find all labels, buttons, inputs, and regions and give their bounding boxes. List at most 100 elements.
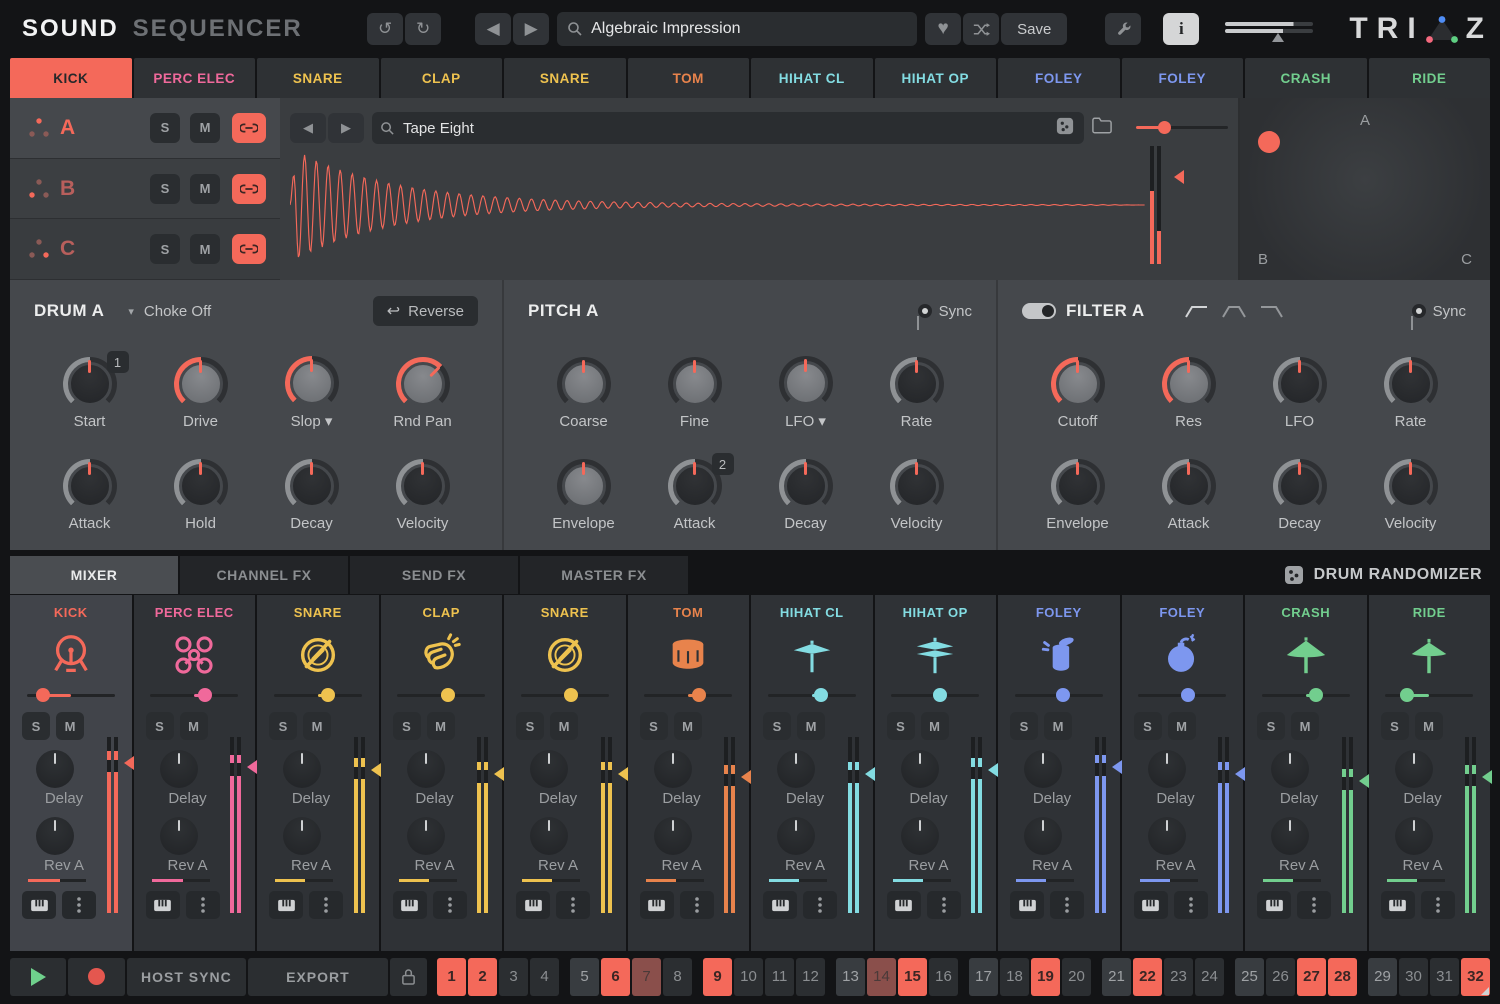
drum-tab-hihat-cl[interactable]: HIHAT CL [751, 58, 873, 98]
knob-velocity[interactable] [396, 459, 450, 513]
channel-keyboard-button[interactable] [393, 891, 427, 919]
channel-keyboard-button[interactable] [22, 891, 56, 919]
slider-handle[interactable] [1400, 688, 1414, 702]
channel-solo-button[interactable]: S [1257, 712, 1285, 740]
layer-row-a[interactable]: ASM [10, 98, 280, 159]
fx-tab-send-fx[interactable]: SEND FX [350, 556, 518, 594]
lock-button[interactable] [390, 958, 427, 996]
channel-delay-knob[interactable] [407, 750, 445, 788]
channel-keyboard-button[interactable] [640, 891, 674, 919]
channel-meter-marker[interactable] [1235, 767, 1245, 781]
knob-start[interactable]: 1 [63, 357, 117, 411]
channel-solo-button[interactable]: S [22, 712, 50, 740]
drum-tab-crash[interactable]: CRASH [1245, 58, 1367, 98]
layer-row-c[interactable]: CSM [10, 219, 280, 280]
channel-delay-knob[interactable] [777, 750, 815, 788]
step-24[interactable]: 24 [1195, 958, 1224, 996]
channel-mute-button[interactable]: M [1168, 712, 1196, 740]
slider-handle[interactable] [814, 688, 828, 702]
channel-mute-button[interactable]: M [180, 712, 208, 740]
knob-fine[interactable] [668, 357, 722, 411]
step-8[interactable]: 8 [663, 958, 692, 996]
channel-solo-button[interactable]: S [146, 712, 174, 740]
knob-envelope[interactable] [557, 459, 611, 513]
channel-volume-slider[interactable] [1262, 688, 1350, 702]
mixer-channel-foley[interactable]: FOLEYSMDelayRev A [998, 595, 1120, 951]
knob-lfo[interactable] [779, 356, 833, 410]
channel-volume-slider[interactable] [274, 688, 362, 702]
prev-sample-button[interactable]: ◀ [290, 113, 326, 143]
step-15[interactable]: 15 [898, 958, 927, 996]
knob-attack[interactable]: 2 [668, 459, 722, 513]
channel-mute-button[interactable]: M [427, 712, 455, 740]
mixer-channel-crash[interactable]: CRASHSMDelayRev A [1245, 595, 1367, 951]
channel-reverb-knob[interactable] [1148, 817, 1186, 855]
channel-volume-slider[interactable] [891, 688, 979, 702]
knob-envelope[interactable] [1051, 459, 1105, 513]
knob-rate[interactable] [1384, 357, 1438, 411]
step-22[interactable]: 22 [1133, 958, 1162, 996]
mixer-channel-tom[interactable]: TOMSMDelayRev A [628, 595, 750, 951]
channel-delay-knob[interactable] [1024, 750, 1062, 788]
layer-mute-button[interactable]: M [190, 234, 220, 264]
channel-menu-button[interactable] [927, 891, 961, 919]
slider-handle[interactable] [1158, 121, 1171, 134]
knob-decay[interactable] [779, 459, 833, 513]
channel-delay-knob[interactable] [901, 750, 939, 788]
channel-mute-button[interactable]: M [303, 712, 331, 740]
channel-mute-button[interactable]: M [797, 712, 825, 740]
channel-reverb-knob[interactable] [530, 817, 568, 855]
layer-link-button[interactable] [232, 234, 266, 264]
step-13[interactable]: 13 [836, 958, 865, 996]
random-preset-button[interactable] [963, 13, 999, 45]
step-28[interactable]: 28 [1328, 958, 1357, 996]
mixer-channel-ride[interactable]: RIDESMDelayRev A [1369, 595, 1491, 951]
channel-reverb-knob[interactable] [901, 817, 939, 855]
channel-reverb-knob[interactable] [654, 817, 692, 855]
channel-menu-button[interactable] [186, 891, 220, 919]
channel-solo-button[interactable]: S [1381, 712, 1409, 740]
step-23[interactable]: 23 [1164, 958, 1193, 996]
redo-button[interactable]: ↻ [405, 13, 441, 45]
channel-delay-knob[interactable] [530, 750, 568, 788]
balance-marker[interactable] [1272, 33, 1284, 42]
channel-volume-slider[interactable] [1385, 688, 1473, 702]
channel-mute-button[interactable]: M [550, 712, 578, 740]
drum-tab-snare[interactable]: SNARE [257, 58, 379, 98]
filter-sync-toggle[interactable] [1412, 304, 1426, 318]
step-4[interactable]: 4 [530, 958, 559, 996]
channel-reverb-knob[interactable] [1395, 817, 1433, 855]
layer-row-b[interactable]: BSM [10, 159, 280, 220]
channel-volume-slider[interactable] [521, 688, 609, 702]
channel-menu-button[interactable] [62, 891, 96, 919]
channel-keyboard-button[interactable] [1010, 891, 1044, 919]
next-sample-button[interactable]: ▶ [328, 113, 364, 143]
step-30[interactable]: 30 [1399, 958, 1428, 996]
mixer-channel-foley[interactable]: FOLEYSMDelayRev A [1122, 595, 1244, 951]
knob-coarse[interactable] [557, 357, 611, 411]
channel-delay-knob[interactable] [283, 750, 321, 788]
knob-lfo[interactable] [1273, 357, 1327, 411]
info-button[interactable]: i [1163, 13, 1199, 45]
step-5[interactable]: 5 [570, 958, 599, 996]
layer-link-button[interactable] [232, 113, 266, 143]
step-1[interactable]: 1 [437, 958, 466, 996]
channel-menu-button[interactable] [1050, 891, 1084, 919]
fx-tab-master-fx[interactable]: MASTER FX [520, 556, 688, 594]
play-button[interactable] [10, 958, 66, 996]
layer-solo-button[interactable]: S [150, 113, 180, 143]
step-10[interactable]: 10 [734, 958, 763, 996]
channel-solo-button[interactable]: S [763, 712, 791, 740]
channel-reverb-knob[interactable] [160, 817, 198, 855]
step-9[interactable]: 9 [703, 958, 732, 996]
slider-handle[interactable] [564, 688, 578, 702]
step-7[interactable]: 7 [632, 958, 661, 996]
random-sample-button[interactable] [1054, 115, 1076, 142]
step-29[interactable]: 29 [1368, 958, 1397, 996]
channel-meter-marker[interactable] [1359, 774, 1369, 788]
mixer-channel-snare[interactable]: SNARESMDelayRev A [257, 595, 379, 951]
channel-menu-button[interactable] [1174, 891, 1208, 919]
channel-volume-slider[interactable] [1138, 688, 1226, 702]
layer-link-button[interactable] [232, 174, 266, 204]
channel-volume-slider[interactable] [27, 688, 115, 702]
